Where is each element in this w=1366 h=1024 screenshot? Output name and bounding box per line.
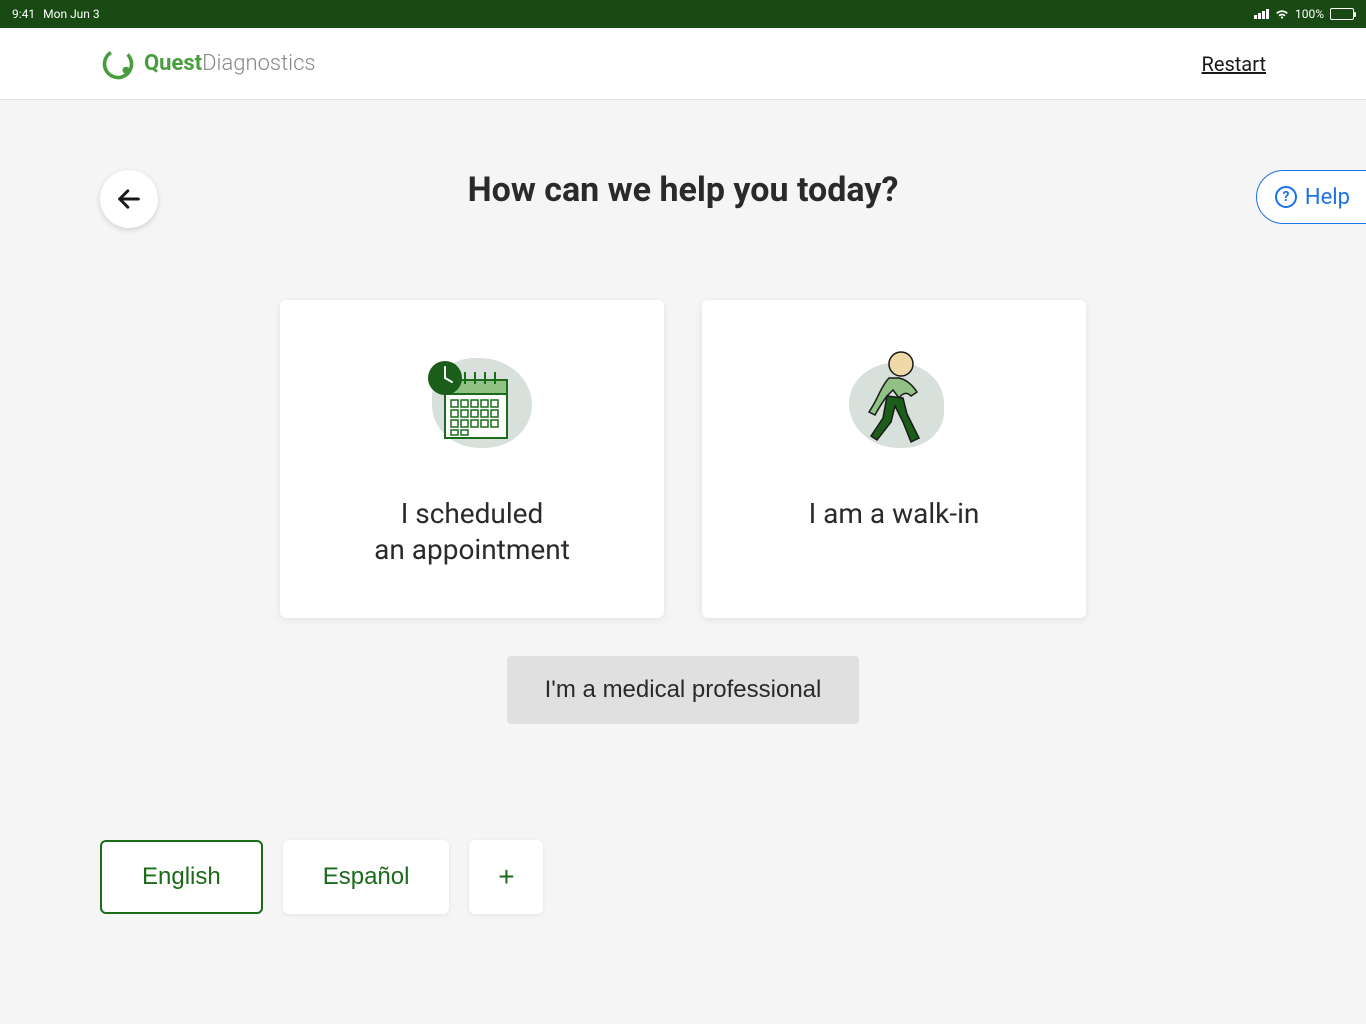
walkin-card[interactable]: I am a walk-in [702, 300, 1086, 618]
scheduled-label: I scheduled an appointment [374, 496, 570, 569]
status-left: 9:41 Mon Jun 3 [12, 7, 100, 21]
brand-bold: Quest [144, 51, 202, 76]
back-button[interactable] [100, 170, 158, 228]
walking-person-icon [824, 338, 964, 468]
wifi-icon [1275, 7, 1289, 21]
brand-light: Diagnostics [202, 51, 315, 76]
cellular-signal-icon [1254, 9, 1269, 19]
option-cards-row: I scheduled an appointment I am a walk-i… [0, 300, 1366, 618]
walkin-label: I am a walk-in [809, 496, 980, 532]
language-english-button[interactable]: English [100, 840, 263, 914]
help-label: Help [1305, 185, 1350, 210]
status-time: 9:41 [12, 7, 35, 21]
medical-professional-button[interactable]: I'm a medical professional [507, 656, 860, 724]
arrow-left-icon [115, 185, 143, 213]
app-header: QuestDiagnostics Restart [0, 28, 1366, 100]
battery-icon [1330, 8, 1354, 20]
brand-logo: QuestDiagnostics [100, 46, 316, 82]
language-more-button[interactable]: + [469, 840, 543, 914]
page-title: How can we help you today? [0, 170, 1366, 210]
restart-button[interactable]: Restart [1202, 52, 1266, 76]
calendar-clock-icon [402, 338, 542, 468]
help-button[interactable]: ? Help [1256, 170, 1366, 224]
quest-logo-icon [100, 46, 136, 82]
scheduled-appointment-card[interactable]: I scheduled an appointment [280, 300, 664, 618]
brand-text: QuestDiagnostics [144, 51, 316, 76]
language-spanish-button[interactable]: Español [283, 840, 450, 914]
help-icon: ? [1275, 186, 1297, 208]
main-content: ? Help How can we help you today? [0, 100, 1366, 724]
status-right: 100% [1254, 7, 1354, 21]
status-date: Mon Jun 3 [43, 7, 100, 21]
status-bar: 9:41 Mon Jun 3 100% [0, 0, 1366, 28]
battery-percent: 100% [1295, 7, 1324, 21]
